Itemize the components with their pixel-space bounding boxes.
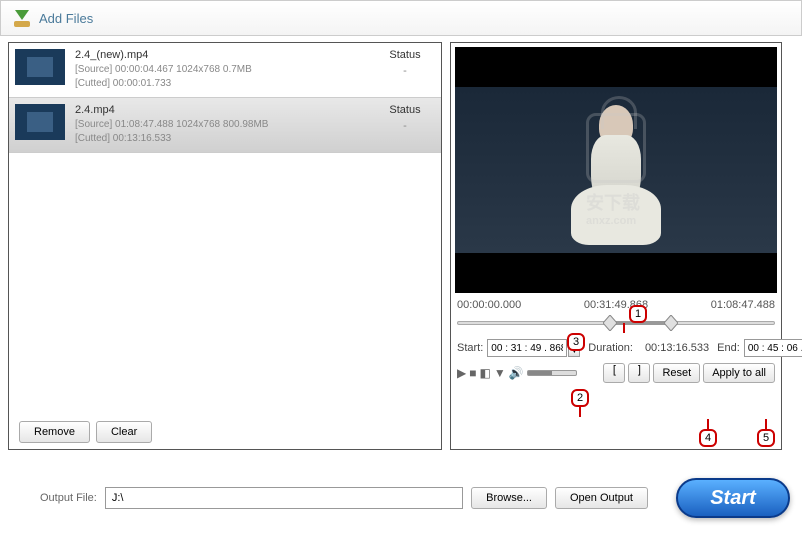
end-input[interactable] bbox=[744, 339, 802, 357]
clear-button[interactable]: Clear bbox=[96, 421, 152, 443]
play-icon[interactable]: ▶ bbox=[457, 366, 466, 380]
file-cutted: [Cutted] 00:00:01.733 bbox=[75, 77, 375, 91]
add-files-button[interactable]: Add Files bbox=[39, 11, 93, 26]
end-label: End: bbox=[717, 342, 740, 354]
status-header: Status bbox=[375, 104, 435, 116]
dropdown-icon[interactable]: ▼ bbox=[494, 366, 506, 380]
end-marker[interactable] bbox=[664, 315, 678, 331]
output-path-input[interactable] bbox=[105, 487, 463, 509]
file-row[interactable]: 2.4.mp4 [Source] 01:08:47.488 1024x768 8… bbox=[9, 98, 441, 153]
apply-all-button[interactable]: Apply to all bbox=[703, 363, 775, 383]
video-preview[interactable]: 安下载 anxz.com bbox=[455, 47, 777, 293]
output-label: Output File: bbox=[40, 492, 97, 504]
time-mid: 00:31:49.868 bbox=[584, 299, 648, 311]
file-row[interactable]: 2.4_(new).mp4 [Source] 00:00:04.467 1024… bbox=[9, 43, 441, 98]
time-end: 01:08:47.488 bbox=[711, 299, 775, 311]
file-source: [Source] 01:08:47.488 1024x768 800.98MB bbox=[75, 118, 375, 132]
callout-2: 2 bbox=[571, 389, 589, 407]
status-value: - bbox=[375, 120, 435, 132]
add-files-icon[interactable] bbox=[11, 7, 33, 29]
callout-5: 5 bbox=[757, 429, 775, 447]
open-output-button[interactable]: Open Output bbox=[555, 487, 648, 509]
start-up[interactable]: ▲ bbox=[568, 339, 580, 348]
browse-button[interactable]: Browse... bbox=[471, 487, 547, 509]
duration-value: 00:13:16.533 bbox=[645, 342, 709, 354]
status-value: - bbox=[375, 65, 435, 77]
thumbnail bbox=[15, 49, 65, 85]
preview-panel: 安下载 anxz.com 00:00:00.000 00:31:49.868 0… bbox=[450, 42, 782, 450]
volume-icon[interactable]: 🔊 bbox=[509, 366, 524, 380]
reset-button[interactable]: Reset bbox=[653, 363, 700, 383]
remove-button[interactable]: Remove bbox=[19, 421, 90, 443]
start-label: Start: bbox=[457, 342, 483, 354]
bracket-in-button[interactable]: [ bbox=[603, 363, 625, 383]
bracket-out-button[interactable]: ] bbox=[628, 363, 650, 383]
file-list: 2.4_(new).mp4 [Source] 00:00:04.467 1024… bbox=[9, 43, 441, 397]
stop-icon[interactable]: ■ bbox=[469, 366, 476, 380]
status-header: Status bbox=[375, 49, 435, 61]
duration-label: Duration: bbox=[588, 342, 633, 354]
file-name: 2.4.mp4 bbox=[75, 104, 375, 116]
file-cutted: [Cutted] 00:13:16.533 bbox=[75, 132, 375, 146]
start-button[interactable]: Start bbox=[676, 478, 790, 518]
file-name: 2.4_(new).mp4 bbox=[75, 49, 375, 61]
camera-icon[interactable]: ◧ bbox=[479, 366, 490, 380]
time-start: 00:00:00.000 bbox=[457, 299, 521, 311]
callout-4: 4 bbox=[699, 429, 717, 447]
start-marker[interactable] bbox=[603, 315, 617, 331]
start-down[interactable]: ▼ bbox=[568, 348, 580, 357]
trim-slider[interactable] bbox=[457, 313, 775, 333]
thumbnail bbox=[15, 104, 65, 140]
file-list-panel: 2.4_(new).mp4 [Source] 00:00:04.467 1024… bbox=[8, 42, 442, 450]
volume-slider[interactable] bbox=[527, 370, 577, 376]
file-source: [Source] 00:00:04.467 1024x768 0.7MB bbox=[75, 63, 375, 77]
start-input[interactable] bbox=[487, 339, 567, 357]
